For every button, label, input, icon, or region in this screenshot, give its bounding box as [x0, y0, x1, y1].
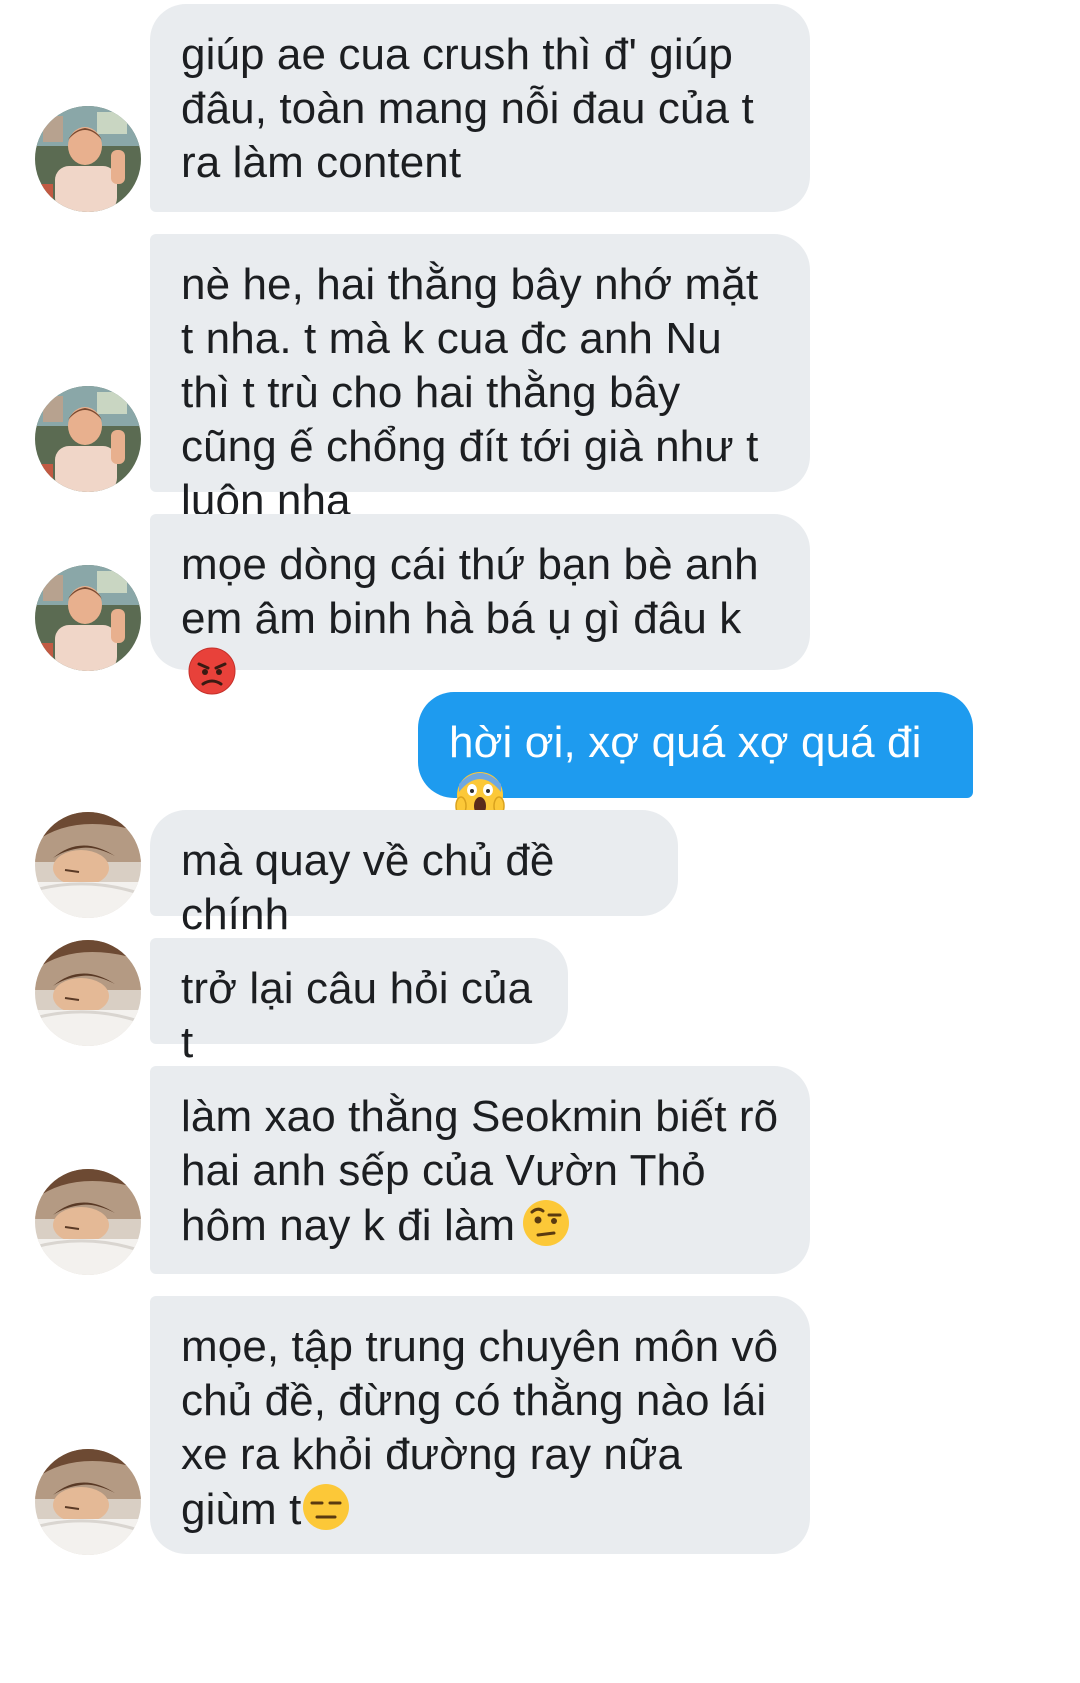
- message-text: mọe, tập trung chuyên môn vô chủ đề, đừn…: [181, 1322, 779, 1534]
- message-bubble[interactable]: nè he, hai thằng bây nhớ mặt t nha. t mà…: [150, 234, 810, 525]
- expressionless-face-emoji: [301, 1482, 351, 1532]
- message-bubble[interactable]: hời ơi, xợ quá xợ quá đi: [418, 692, 973, 818]
- message-thread: giúp ae cua crush thì đ' giúp đâu, toàn …: [0, 0, 1080, 1683]
- avatar[interactable]: [35, 386, 141, 492]
- avatar[interactable]: [35, 940, 141, 1046]
- message-bubble[interactable]: mọe dòng cái thứ bạn bè anh em âm binh h…: [150, 514, 810, 695]
- message-text: làm xao thằng Seokmin biết rõ hai anh sế…: [181, 1092, 779, 1250]
- avatar[interactable]: [35, 1169, 141, 1275]
- message-bubble[interactable]: mà quay về chủ đề chính: [150, 810, 678, 939]
- avatar[interactable]: [35, 565, 141, 671]
- pouting-face-emoji: [187, 646, 237, 696]
- face-with-raised-eyebrow-emoji: [521, 1198, 571, 1248]
- avatar[interactable]: [35, 812, 141, 918]
- message-text: giúp ae cua crush thì đ' giúp đâu, toàn …: [181, 30, 754, 187]
- message-bubble[interactable]: làm xao thằng Seokmin biết rõ hai anh sế…: [150, 1066, 810, 1274]
- message-bubble[interactable]: giúp ae cua crush thì đ' giúp đâu, toàn …: [150, 4, 810, 212]
- avatar[interactable]: [35, 106, 141, 212]
- message-text: mà quay về chủ đề chính: [181, 836, 555, 939]
- message-bubble[interactable]: trở lại câu hỏi của t: [150, 938, 568, 1067]
- message-bubble[interactable]: mọe, tập trung chuyên môn vô chủ đề, đừn…: [150, 1296, 810, 1554]
- message-text: mọe dòng cái thứ bạn bè anh em âm binh h…: [181, 540, 759, 643]
- message-text: trở lại câu hỏi của t: [181, 964, 533, 1067]
- message-text: nè he, hai thằng bây nhớ mặt t nha. t mà…: [181, 260, 759, 525]
- message-text: hời ơi, xợ quá xợ quá đi: [449, 718, 922, 767]
- avatar[interactable]: [35, 1449, 141, 1555]
